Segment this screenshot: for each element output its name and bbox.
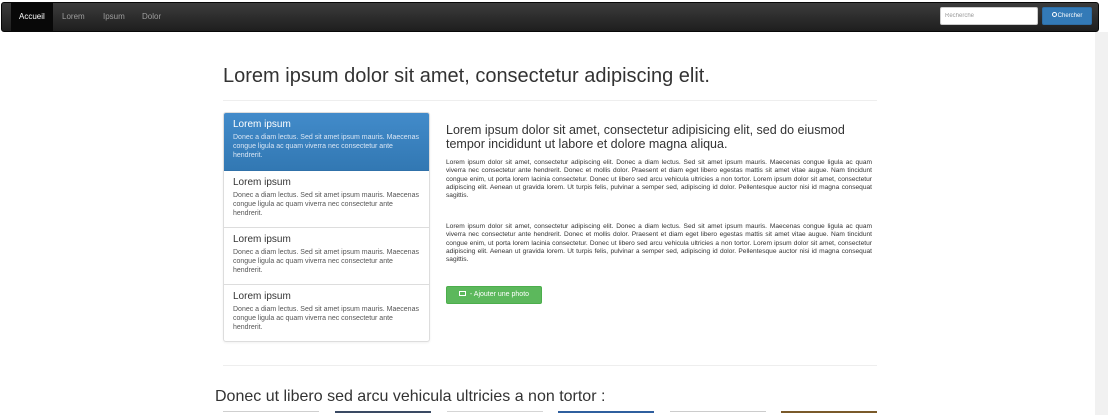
add-photo-button-label: - Ajouter une photo: [467, 291, 530, 298]
list-item-text: Donec a diam lectus. Sed sit amet ipsum …: [233, 134, 419, 159]
list-item-4[interactable]: Lorem ipsum Donec a diam lectus. Sed sit…: [224, 285, 429, 341]
search-icon: [1051, 11, 1057, 17]
article-paragraph-2: Lorem ipsum dolor sit amet, consectetur …: [446, 223, 872, 264]
nav-item-lorem[interactable]: Lorem: [54, 3, 93, 31]
scrollbar-track[interactable]: [1095, 32, 1108, 415]
add-photo-button[interactable]: - Ajouter une photo: [446, 286, 542, 304]
list-item-title: Lorem ipsum: [233, 177, 291, 188]
article-title: Lorem ipsum dolor sit amet, consectetur …: [446, 123, 845, 151]
list-item-text: Donec a diam lectus. Sed sit amet ipsum …: [233, 306, 419, 331]
search-button[interactable]: Chercher: [1042, 7, 1092, 25]
search-button-label: Chercher: [1057, 13, 1083, 19]
nav-item-accueil[interactable]: Accueil: [11, 3, 53, 31]
picture-icon: [458, 290, 466, 296]
section-divider: [223, 365, 877, 366]
thumbnail-image[interactable]: [558, 411, 654, 415]
search-input[interactable]: [940, 7, 1038, 25]
page-title: Lorem ipsum dolor sit amet, consectetur …: [223, 65, 710, 87]
list-item-text: Donec a diam lectus. Sed sit amet ipsum …: [233, 192, 419, 217]
list-item-text: Donec a diam lectus. Sed sit amet ipsum …: [233, 249, 419, 274]
header-divider: [223, 100, 877, 101]
list-item-title: Lorem ipsum: [233, 234, 291, 245]
thumbnail-image[interactable]: [447, 411, 543, 415]
list-item-3[interactable]: Lorem ipsum Donec a diam lectus. Sed sit…: [224, 228, 429, 285]
nav-item-dolor[interactable]: Dolor: [134, 3, 169, 31]
nav-item-ipsum[interactable]: Ipsum: [95, 3, 133, 31]
list-item-1[interactable]: Lorem ipsum Donec a diam lectus. Sed sit…: [224, 113, 429, 171]
section-title: Donec ut libero sed arcu vehicula ultric…: [215, 388, 606, 405]
list-item-title: Lorem ipsum: [233, 119, 291, 130]
thumbnail-image[interactable]: [223, 411, 319, 415]
list-item-2[interactable]: Lorem ipsum Donec a diam lectus. Sed sit…: [224, 171, 429, 228]
thumbnail-image[interactable]: [670, 411, 766, 415]
list-group: Lorem ipsum Donec a diam lectus. Sed sit…: [223, 112, 430, 342]
thumbnail-image[interactable]: [781, 411, 877, 415]
article-paragraph-1: Lorem ipsum dolor sit amet, consectetur …: [446, 159, 872, 200]
list-item-title: Lorem ipsum: [233, 291, 291, 302]
top-navbar: Accueil Lorem Ipsum Dolor Chercher: [1, 2, 1099, 32]
thumbnail-image[interactable]: [335, 411, 431, 415]
